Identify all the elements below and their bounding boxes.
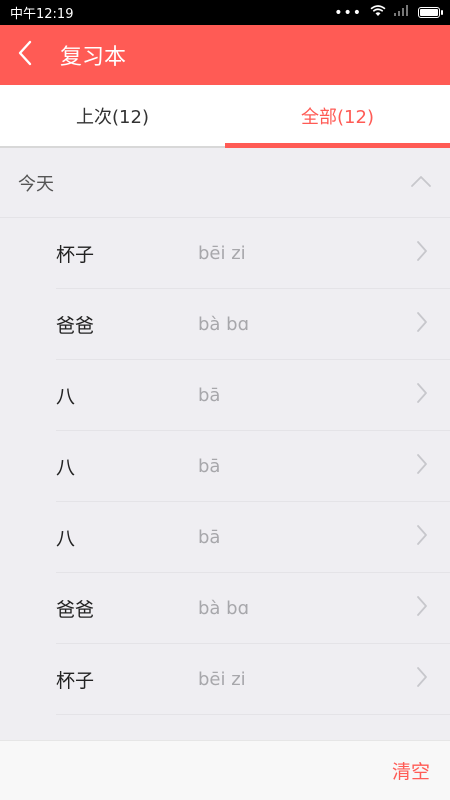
battery-icon <box>418 7 443 18</box>
pinyin-text: bēi zi <box>198 242 246 264</box>
list-item[interactable]: 杯子 bēi zi <box>56 218 450 289</box>
tab-all[interactable]: 全部(12) <box>225 85 450 148</box>
wifi-icon <box>370 4 386 21</box>
chevron-right-icon <box>416 240 428 266</box>
chevron-right-icon <box>416 595 428 621</box>
pinyin-text: bā <box>198 526 221 548</box>
word-text: 八 <box>56 456 76 479</box>
pinyin-text: bà bɑ <box>198 313 250 335</box>
clear-button[interactable]: 清空 <box>392 757 430 784</box>
chevron-right-icon <box>416 524 428 550</box>
chevron-up-icon <box>410 172 432 193</box>
list-item[interactable]: 爸爸 bà bɑ <box>56 289 450 360</box>
review-list: 今天 杯子 bēi zi 爸爸 bà bɑ 八 bā 八 bā 八 bā 爸爸 … <box>0 148 450 740</box>
pinyin-text: bēi zi <box>198 668 246 690</box>
pinyin-text: bā <box>198 455 221 477</box>
cell-signal-icon <box>394 5 410 20</box>
word-text: 爸爸 <box>56 314 95 337</box>
more-dots-icon: ••• <box>334 4 362 21</box>
status-icons: ••• <box>334 4 443 21</box>
list-item[interactable]: 八 bā <box>56 502 450 573</box>
section-title: 今天 <box>18 173 54 195</box>
word-text: 八 <box>56 385 76 408</box>
section-header-today[interactable]: 今天 <box>0 148 450 218</box>
list-item[interactable]: 八 bā <box>56 360 450 431</box>
tab-last[interactable]: 上次(12) <box>0 85 225 148</box>
app-bar: 复习本 <box>0 25 450 85</box>
tab-bar: 上次(12) 全部(12) <box>0 85 450 148</box>
chevron-right-icon <box>416 453 428 479</box>
list-item[interactable]: 爸爸 bà bɑ <box>56 573 450 644</box>
word-text: 杯子 <box>56 243 95 266</box>
chevron-right-icon <box>416 666 428 692</box>
status-time: 中午12:19 <box>10 7 74 22</box>
chevron-right-icon <box>416 311 428 337</box>
list-item[interactable]: 杯子 bēi zi <box>56 644 450 715</box>
status-bar: 中午12:19 ••• <box>0 0 450 25</box>
back-button[interactable] <box>0 25 50 85</box>
word-text: 杯子 <box>56 669 95 692</box>
pinyin-text: bà bɑ <box>198 597 250 619</box>
screen: 中午12:19 ••• 复习本 上次(12) 全部(12) 今天 杯子 bēi … <box>0 0 450 800</box>
chevron-right-icon <box>416 382 428 408</box>
list-item[interactable]: 八 bā <box>56 431 450 502</box>
word-text: 八 <box>56 527 76 550</box>
pinyin-text: bā <box>198 384 221 406</box>
bottom-bar: 清空 <box>0 740 450 800</box>
page-title: 复习本 <box>60 45 127 70</box>
chevron-left-icon <box>17 40 33 70</box>
word-text: 爸爸 <box>56 598 95 621</box>
